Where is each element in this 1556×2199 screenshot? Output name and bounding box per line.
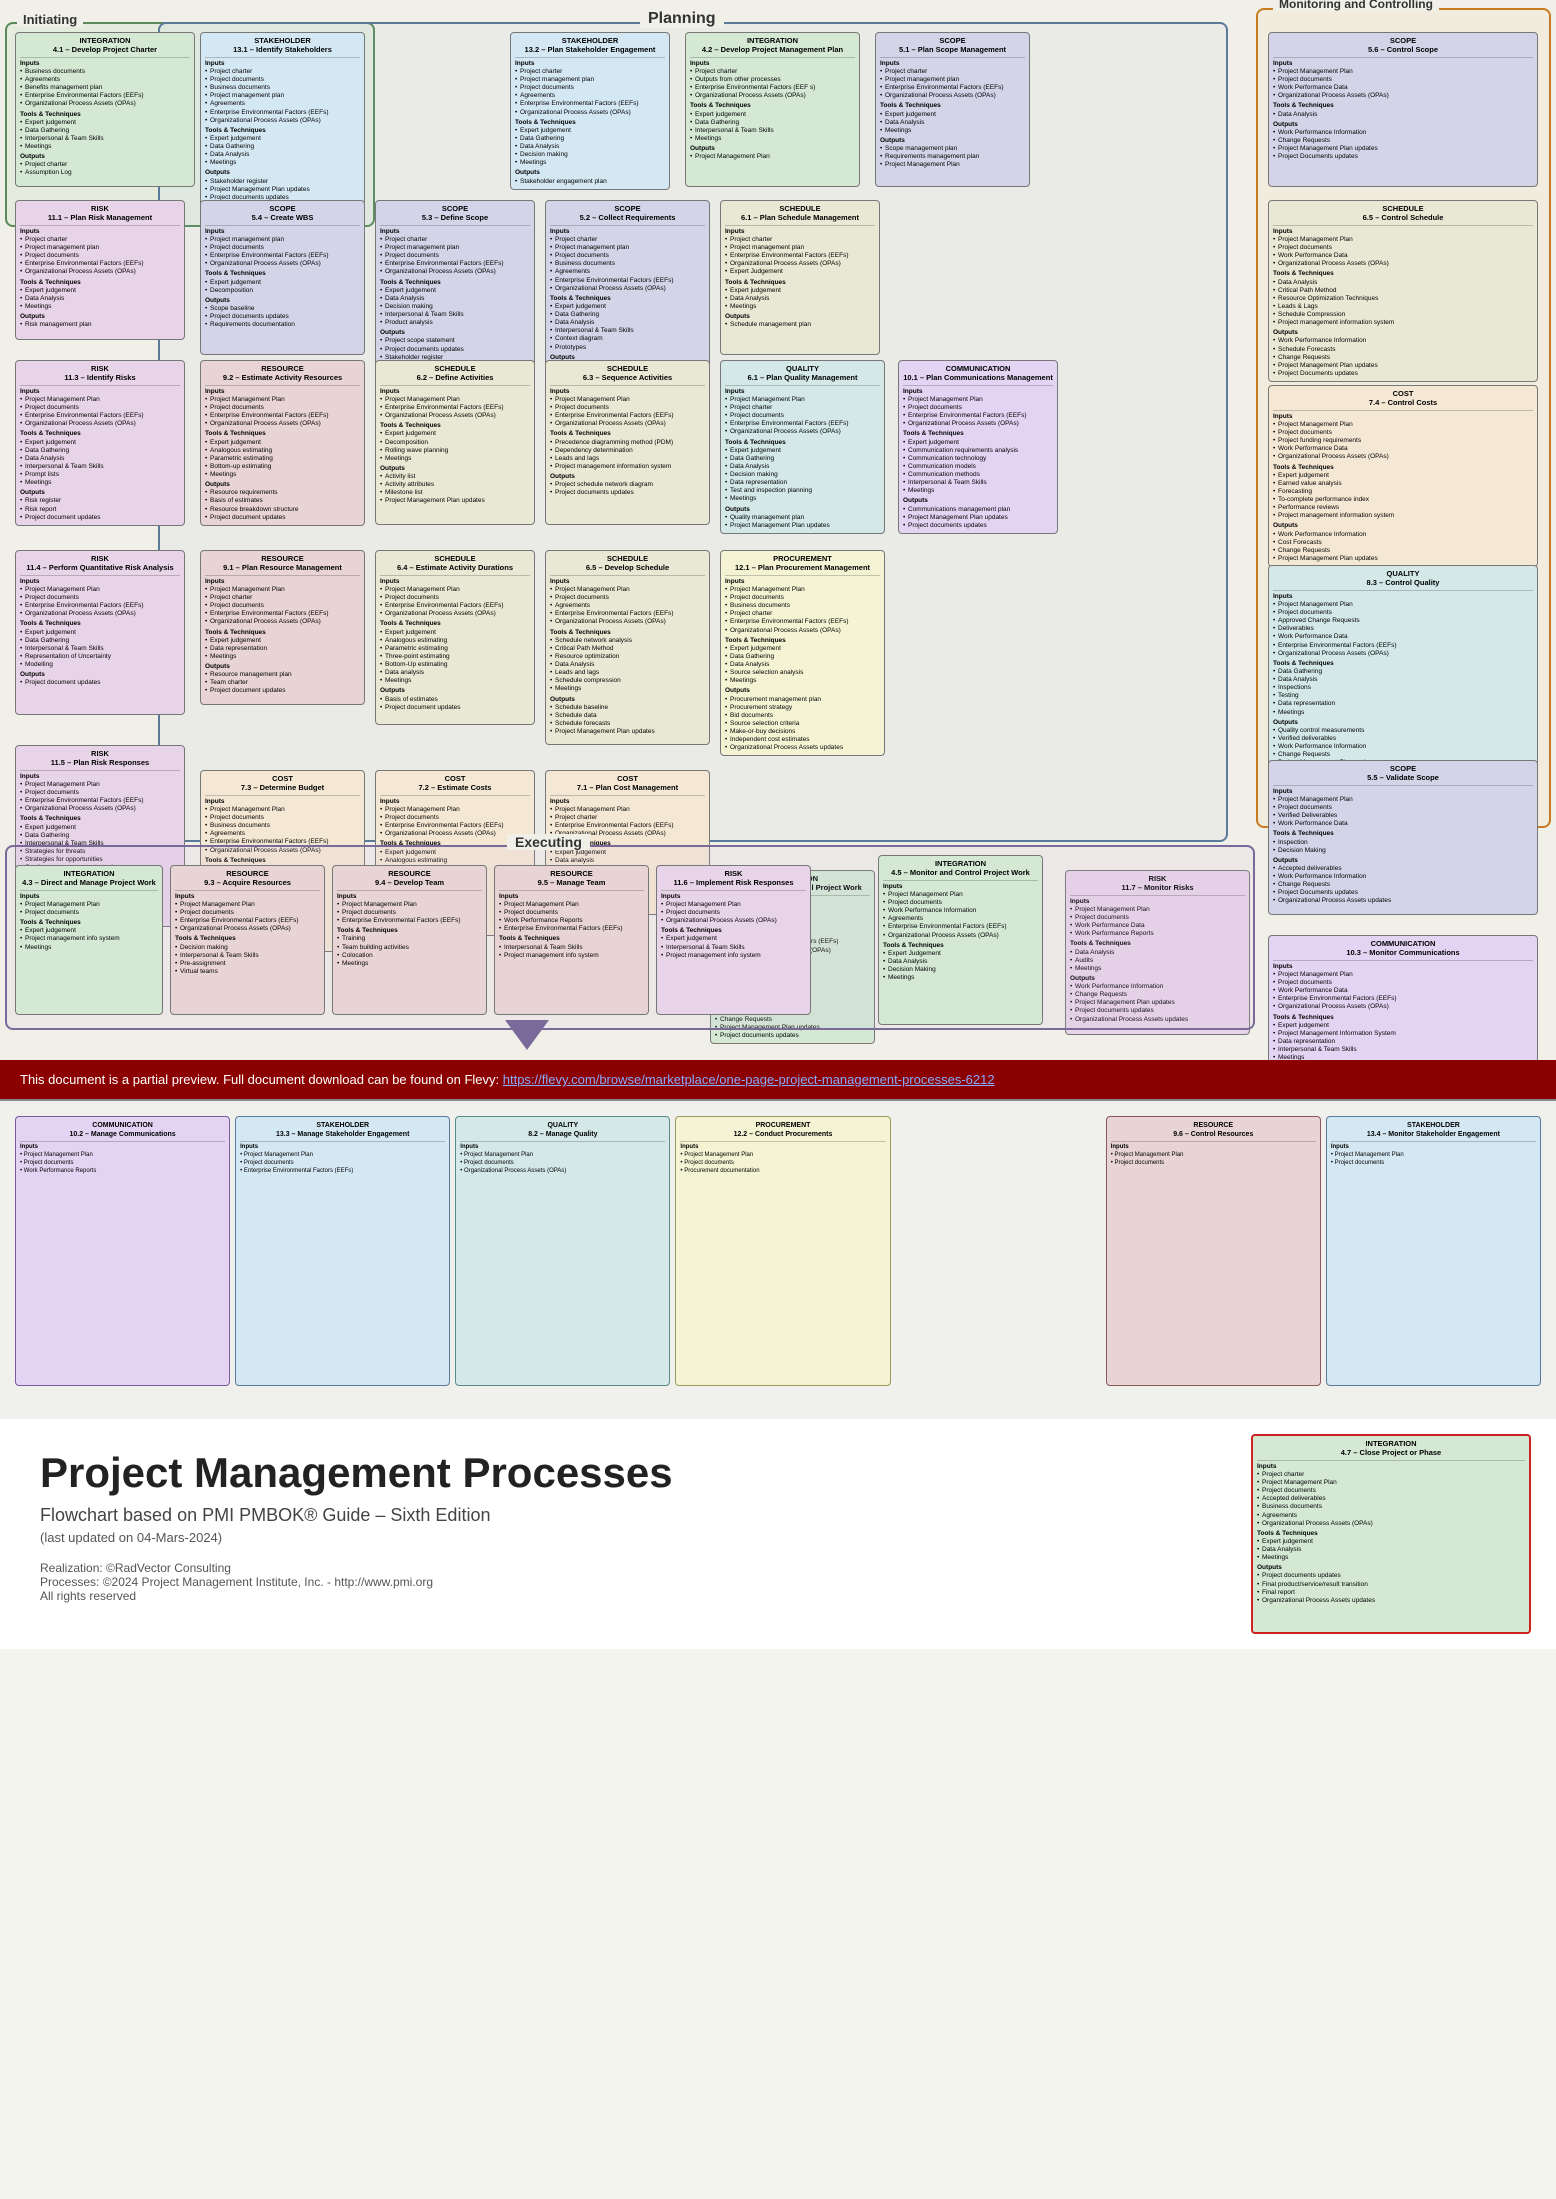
- box-scope-53: SCOPE5.3 – Define Scope Inputs Project c…: [375, 200, 535, 375]
- box-integration-41: INTEGRATION4.1 – Develop Project Charter…: [15, 32, 195, 187]
- box-procurement-121: PROCUREMENT12.1 – Plan Procurement Manag…: [720, 550, 885, 756]
- bottom-partial-section: COMMUNICATION10.2 – Manage Communication…: [0, 1099, 1556, 1419]
- box-integration-47: INTEGRATION4.7 – Close Project or Phase …: [1251, 1434, 1531, 1634]
- box-resource-94: RESOURCE9.4 – Develop Team Inputs Projec…: [332, 865, 487, 1015]
- main-title: Project Management Processes: [40, 1449, 1196, 1497]
- box-quality-82-partial: QUALITY8.2 – Manage Quality Inputs • Pro…: [455, 1116, 670, 1386]
- box-stakeholder-134-partial: STAKEHOLDER13.4 – Monitor Stakeholder En…: [1326, 1116, 1541, 1386]
- box-schedule-65: SCHEDULE6.5 – Develop Schedule Inputs Pr…: [545, 550, 710, 745]
- executing-down-arrow: [505, 1020, 549, 1050]
- box-scope-51: SCOPE5.1 – Plan Scope Management Inputs …: [875, 32, 1030, 187]
- box-quality-83: QUALITY8.3 – Control Quality Inputs Proj…: [1268, 565, 1538, 780]
- box-scope-54: SCOPE5.4 – Create WBS Inputs Project man…: [200, 200, 365, 355]
- box-risk-111: RISK11.1 – Plan Risk Management Inputs P…: [15, 200, 185, 340]
- spacer1: [896, 1116, 1101, 1386]
- box-integration-42: INTEGRATION4.2 – Develop Project Managem…: [685, 32, 860, 187]
- box-schedule-65-control: SCHEDULE6.5 – Control Schedule Inputs Pr…: [1268, 200, 1538, 382]
- box-quality-plan: QUALITY6.1 – Plan Quality Management Inp…: [720, 360, 885, 534]
- box-communication-102-partial: COMMUNICATION10.2 – Manage Communication…: [15, 1116, 230, 1386]
- title-left: Project Management Processes Flowchart b…: [0, 1419, 1236, 1649]
- box-scope-55: SCOPE5.5 – Validate Scope Inputs Project…: [1268, 760, 1538, 915]
- box-schedule-63: SCHEDULE6.3 – Sequence Activities Inputs…: [545, 360, 710, 525]
- phase-initiating-label: Initiating: [17, 12, 83, 27]
- phase-executing-label: Executing: [507, 834, 590, 850]
- box-integration-43: INTEGRATION4.3 – Direct and Manage Proje…: [15, 865, 163, 1015]
- box-integration-45-exec: INTEGRATION4.5 – Monitor and Control Pro…: [878, 855, 1043, 1025]
- box-schedule-61: SCHEDULE6.1 – Plan Schedule Management I…: [720, 200, 880, 355]
- box-stakeholder-132: STAKEHOLDER13.2 – Plan Stakeholder Engag…: [510, 32, 670, 190]
- sub-title2: (last updated on 04-Mars-2024): [40, 1530, 1196, 1545]
- credit-line1: Realization: ©RadVector Consulting: [40, 1561, 1196, 1575]
- title-right: INTEGRATION4.7 – Close Project or Phase …: [1236, 1419, 1556, 1649]
- box-stakeholder-133-partial: STAKEHOLDER13.3 – Manage Stakeholder Eng…: [235, 1116, 450, 1386]
- box-communication-101: COMMUNICATION10.1 – Plan Communications …: [898, 360, 1058, 534]
- box-resource-96-partial: RESOURCE9.6 – Control Resources Inputs •…: [1106, 1116, 1321, 1386]
- box-resource-91: RESOURCE9.1 – Plan Resource Management I…: [200, 550, 365, 705]
- phase-planning-label: Planning: [640, 10, 724, 28]
- box-communication-103: COMMUNICATION10.3 – Monitor Communicatio…: [1268, 935, 1538, 1060]
- box-risk-116: RISK11.6 – Implement Risk Responses Inpu…: [656, 865, 811, 1015]
- preview-banner: This document is a partial preview. Full…: [0, 1060, 1556, 1099]
- box-stakeholder-131: STAKEHOLDER13.1 – Identify Stakeholders …: [200, 32, 365, 206]
- credit-line3: All rights reserved: [40, 1589, 1196, 1603]
- diagram-container: Initiating Planning Monitoring and Contr…: [0, 0, 1556, 1649]
- title-section: Project Management Processes Flowchart b…: [0, 1419, 1556, 1649]
- box-procurement-122-partial: PROCUREMENT12.2 – Conduct Procurements I…: [675, 1116, 890, 1386]
- box-resource-92: RESOURCE9.2 – Estimate Activity Resource…: [200, 360, 365, 526]
- preview-text: This document is a partial preview.: [20, 1072, 219, 1087]
- sub-title: Flowchart based on PMI PMBOK® Guide – Si…: [40, 1505, 1196, 1526]
- box-resource-95-manage-team: RESOURCE9.5 – Manage Team Inputs Project…: [494, 865, 649, 1015]
- box-risk-114: RISK11.4 – Perform Quantitative Risk Ana…: [15, 550, 185, 715]
- preview-url[interactable]: https://flevy.com/browse/marketplace/one…: [503, 1072, 995, 1087]
- box-resource-93: RESOURCE9.3 – Acquire Resources Inputs P…: [170, 865, 325, 1015]
- box-schedule-62: SCHEDULE6.2 – Define Activities Inputs P…: [375, 360, 535, 525]
- preview-link-text: Full document download can be found on F…: [223, 1072, 499, 1087]
- credit-line2: Processes: ©2024 Project Management Inst…: [40, 1575, 1196, 1589]
- box-risk-113: RISK11.3 – Identify Risks Inputs Project…: [15, 360, 185, 526]
- box-scope-52: SCOPE5.2 – Collect Requirements Inputs P…: [545, 200, 710, 385]
- box-schedule-64: SCHEDULE6.4 – Estimate Activity Duration…: [375, 550, 535, 725]
- phase-monitoring-label: Monitoring and Controlling: [1273, 0, 1439, 11]
- box-scope-56: SCOPE5.6 – Control Scope Inputs Project …: [1268, 32, 1538, 187]
- box-cost-74: COST7.4 – Control Costs Inputs Project M…: [1268, 385, 1538, 567]
